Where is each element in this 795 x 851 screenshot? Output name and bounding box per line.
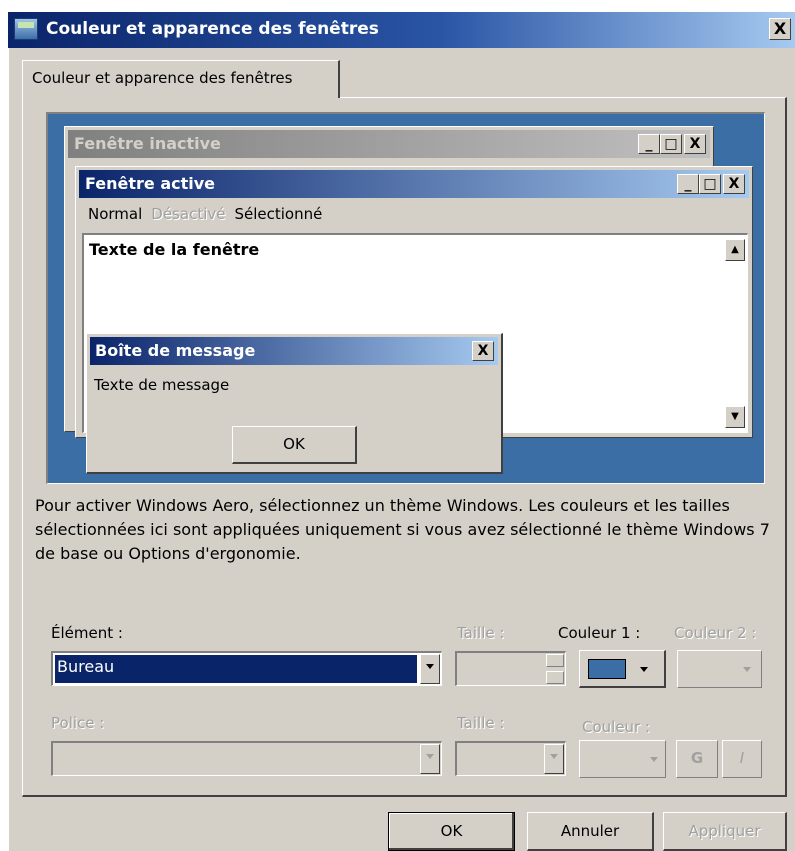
minimize-icon: _ bbox=[638, 134, 660, 154]
inactive-title-bar[interactable]: Fenêtre inactive _ □ X bbox=[68, 130, 710, 158]
close-icon: X bbox=[684, 134, 706, 154]
italic-button[interactable]: I bbox=[722, 740, 762, 778]
minimize-icon: _ bbox=[677, 174, 699, 194]
message-ok-button[interactable]: OK bbox=[232, 426, 357, 464]
element-dropdown-value: Bureau bbox=[55, 655, 417, 683]
size-spinner[interactable] bbox=[455, 651, 566, 686]
dialog-title-bar[interactable]: Couleur et apparence des fenêtres X bbox=[8, 12, 795, 48]
message-text: Texte de message bbox=[94, 376, 230, 394]
maximize-icon: □ bbox=[660, 134, 682, 154]
menu-selected[interactable]: Sélectionné bbox=[234, 205, 322, 223]
inactive-window-title: Fenêtre inactive bbox=[74, 134, 221, 153]
font-color-picker-button[interactable] bbox=[579, 740, 666, 778]
active-title-bar[interactable]: Fenêtre active _ □ X bbox=[79, 170, 749, 198]
close-button[interactable]: X bbox=[769, 18, 791, 40]
message-box-title-bar[interactable]: Boîte de message X bbox=[90, 337, 498, 365]
color2-picker-button[interactable] bbox=[677, 650, 762, 688]
display-settings-icon bbox=[14, 18, 38, 40]
font-size-dropdown[interactable] bbox=[455, 741, 566, 776]
size-label: Taille : bbox=[457, 624, 505, 642]
element-dropdown[interactable]: Bureau bbox=[51, 651, 442, 686]
active-window-title: Fenêtre active bbox=[85, 174, 216, 193]
scroll-down-icon[interactable]: ▼ bbox=[725, 406, 745, 428]
chevron-down-icon bbox=[650, 757, 658, 762]
element-label: Élément : bbox=[51, 624, 123, 642]
ok-button[interactable]: OK bbox=[388, 812, 515, 851]
scroll-up-icon[interactable]: ▲ bbox=[725, 239, 745, 261]
bold-button[interactable]: G bbox=[676, 740, 718, 778]
tab-window-color[interactable]: Couleur et apparence des fenêtres bbox=[22, 60, 340, 98]
chevron-down-icon bbox=[640, 667, 648, 672]
font-color-label: Couleur : bbox=[582, 718, 651, 736]
aero-description: Pour activer Windows Aero, sélectionnez … bbox=[35, 496, 770, 563]
color1-picker-button[interactable] bbox=[579, 650, 666, 688]
close-icon: X bbox=[472, 341, 494, 361]
maximize-icon: □ bbox=[699, 174, 721, 194]
menu-normal[interactable]: Normal bbox=[88, 205, 142, 223]
chevron-down-icon bbox=[743, 667, 751, 672]
font-dropdown[interactable] bbox=[51, 741, 442, 776]
close-icon: X bbox=[723, 174, 745, 194]
cancel-button[interactable]: Annuler bbox=[527, 812, 654, 851]
chevron-down-icon[interactable] bbox=[544, 744, 564, 774]
apply-button[interactable]: Appliquer bbox=[663, 812, 787, 851]
color1-label: Couleur 1 : bbox=[558, 624, 641, 642]
spin-down-icon[interactable] bbox=[546, 671, 564, 684]
menu-disabled[interactable]: Désactivé bbox=[151, 205, 225, 223]
preview-message-box[interactable]: Boîte de message X Texte de message OK bbox=[86, 333, 503, 474]
font-size-label: Taille : bbox=[457, 714, 505, 732]
chevron-down-icon[interactable] bbox=[420, 654, 440, 684]
color1-swatch bbox=[588, 659, 626, 679]
spin-up-icon[interactable] bbox=[546, 654, 564, 667]
window-text: Texte de la fenêtre bbox=[89, 240, 260, 259]
preview-menu-bar: Normal Désactivé Sélectionné bbox=[88, 205, 322, 223]
dialog-title: Couleur et apparence des fenêtres bbox=[46, 19, 379, 39]
chevron-down-icon[interactable] bbox=[420, 744, 440, 774]
font-label: Police : bbox=[51, 714, 105, 732]
color2-label: Couleur 2 : bbox=[674, 624, 757, 642]
message-box-title: Boîte de message bbox=[95, 341, 256, 360]
